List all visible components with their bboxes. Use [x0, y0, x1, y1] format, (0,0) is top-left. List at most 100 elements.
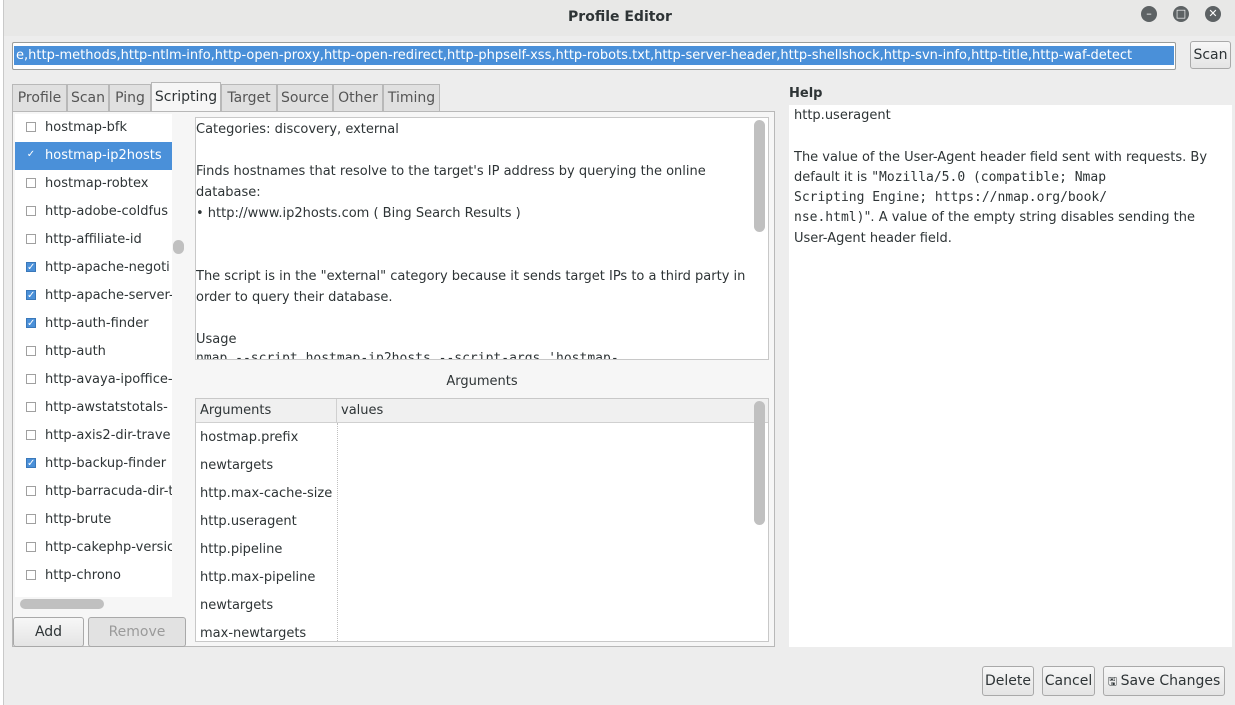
script-list[interactable]: hostmap-bfk ✓ hostmap-ip2hosts hostmap-ro…: [15, 114, 172, 597]
scan-button[interactable]: Scan: [1190, 41, 1231, 69]
help-code: nse.html): [794, 210, 865, 225]
table-row[interactable]: newtargets: [200, 452, 273, 480]
description-text: Finds hostnames that resolve to the targ…: [196, 164, 706, 179]
checkbox[interactable]: [26, 206, 36, 216]
checkbox[interactable]: [26, 542, 36, 552]
checkbox[interactable]: [26, 514, 36, 524]
list-item[interactable]: ✓ http-apache-negoti: [15, 254, 172, 282]
help-code: Scripting Engine; https://nmap.org/book/: [794, 190, 1108, 205]
list-item[interactable]: http-chrono: [15, 562, 172, 590]
description-bullet: • http://www.ip2hosts.com ( Bing Search …: [196, 206, 521, 221]
arguments-table[interactable]: Arguments values hostmap.prefix newtarge…: [195, 398, 769, 642]
tab-profile[interactable]: Profile: [12, 84, 67, 111]
list-item[interactable]: http-adobe-coldfus: [15, 198, 172, 226]
script-label: http-auth-finder: [45, 316, 149, 331]
checkbox[interactable]: ✓: [26, 262, 36, 273]
table-row[interactable]: max-newtargets: [200, 620, 306, 641]
script-label: http-adobe-coldfus: [45, 204, 169, 219]
tab-timing[interactable]: Timing: [383, 84, 440, 111]
cancel-button[interactable]: Cancel: [1042, 666, 1095, 696]
table-row[interactable]: http.max-cache-size: [200, 480, 332, 508]
scrollbar-thumb[interactable]: [20, 599, 104, 609]
script-label: http-affiliate-id: [45, 232, 142, 247]
list-item[interactable]: http-awstatstotals-: [15, 394, 172, 422]
script-label: hostmap-bfk: [45, 120, 127, 135]
arguments-scrollbar[interactable]: [754, 401, 766, 641]
table-row[interactable]: http.pipeline: [200, 536, 282, 564]
list-item[interactable]: hostmap-bfk: [15, 114, 172, 142]
help-text: The value of the User-Agent header field…: [794, 150, 1208, 165]
list-item[interactable]: http-auth: [15, 338, 172, 366]
checkbox[interactable]: [26, 346, 36, 356]
help-text: nse.html)". A value of the empty string …: [794, 208, 1195, 228]
profile-editor-window: Profile Editor – □ ✕ e,http-methods,http…: [3, 0, 1235, 705]
table-row[interactable]: hostmap.prefix: [200, 424, 298, 452]
maximize-icon[interactable]: □: [1173, 6, 1189, 22]
list-item[interactable]: ✓ http-backup-finder: [15, 450, 172, 478]
checkbox[interactable]: [26, 122, 36, 132]
list-item[interactable]: ✓ hostmap-ip2hosts: [15, 142, 172, 170]
column-header-arguments[interactable]: Arguments: [196, 399, 337, 423]
scrollbar-thumb[interactable]: [754, 120, 765, 232]
remove-button[interactable]: Remove: [88, 617, 186, 647]
script-label: http-avaya-ipoffice-: [45, 372, 172, 387]
checkbox[interactable]: ✓: [26, 150, 36, 160]
checkbox[interactable]: [26, 402, 36, 412]
checkbox[interactable]: ✓: [26, 458, 36, 469]
list-item[interactable]: hostmap-robtex: [15, 170, 172, 198]
script-label: hostmap-ip2hosts: [45, 148, 162, 163]
save-changes-button[interactable]: 🖫 Save Changes: [1103, 666, 1225, 696]
title-bar: Profile Editor – □ ✕: [4, 0, 1235, 36]
checkbox[interactable]: ✓: [26, 318, 36, 329]
script-label: http-apache-server-: [45, 288, 172, 303]
tab-ping[interactable]: Ping: [109, 84, 151, 111]
list-item[interactable]: ✓ http-apache-server-: [15, 282, 172, 310]
tab-target[interactable]: Target: [221, 84, 277, 111]
table-row[interactable]: http.max-pipeline: [200, 564, 315, 592]
description-usage: Usage: [196, 332, 237, 347]
script-list-vscrollbar[interactable]: [172, 114, 185, 597]
delete-button[interactable]: Delete: [982, 666, 1034, 696]
tab-source[interactable]: Source: [277, 84, 333, 111]
minimize-icon[interactable]: –: [1141, 6, 1157, 22]
script-list-hscrollbar[interactable]: [15, 597, 185, 611]
description-scrollbar[interactable]: [754, 118, 766, 359]
list-item[interactable]: http-brute: [15, 506, 172, 534]
script-label: http-axis2-dir-trave: [45, 428, 171, 443]
command-text[interactable]: e,http-methods,http-ntlm-info,http-open-…: [14, 46, 1174, 65]
list-item[interactable]: ✓ http-auth-finder: [15, 310, 172, 338]
command-input[interactable]: e,http-methods,http-ntlm-info,http-open-…: [12, 42, 1176, 70]
table-row[interactable]: http.useragent: [200, 508, 297, 536]
list-item[interactable]: http-barracuda-dir-t: [15, 478, 172, 506]
help-panel: http.useragent The value of the User-Age…: [789, 105, 1232, 647]
tab-other[interactable]: Other: [333, 84, 383, 111]
checkbox[interactable]: ✓: [26, 290, 36, 301]
list-item[interactable]: http-affiliate-id: [15, 226, 172, 254]
list-item[interactable]: http-avaya-ipoffice-: [15, 366, 172, 394]
add-button[interactable]: Add: [13, 617, 84, 647]
list-item[interactable]: http-axis2-dir-trave: [15, 422, 172, 450]
description-text: database:: [196, 185, 261, 200]
help-text-part: ". A value of the empty string disables …: [864, 210, 1195, 225]
scrollbar-thumb[interactable]: [754, 401, 765, 525]
table-row[interactable]: newtargets: [200, 592, 273, 620]
script-label: http-barracuda-dir-t: [45, 484, 172, 499]
description-text: The script is in the "external" category…: [196, 269, 746, 284]
checkbox[interactable]: [26, 374, 36, 384]
list-item[interactable]: http-cakephp-versic: [15, 534, 172, 562]
close-icon[interactable]: ✕: [1205, 6, 1221, 22]
checkbox[interactable]: [26, 570, 36, 580]
script-label: http-apache-negoti: [45, 260, 170, 275]
tab-scan[interactable]: Scan: [67, 84, 109, 111]
save-button-label: Save Changes: [1120, 673, 1221, 689]
checkbox[interactable]: [26, 234, 36, 244]
script-label: http-auth: [45, 344, 106, 359]
tab-scripting[interactable]: Scripting: [151, 82, 221, 112]
checkbox[interactable]: [26, 486, 36, 496]
script-label: http-awstatstotals-: [45, 400, 168, 415]
scrollbar-thumb[interactable]: [173, 240, 184, 254]
arguments-header: Arguments: [446, 374, 518, 389]
checkbox[interactable]: [26, 178, 36, 188]
checkbox[interactable]: [26, 430, 36, 440]
column-header-values[interactable]: values: [337, 399, 768, 423]
